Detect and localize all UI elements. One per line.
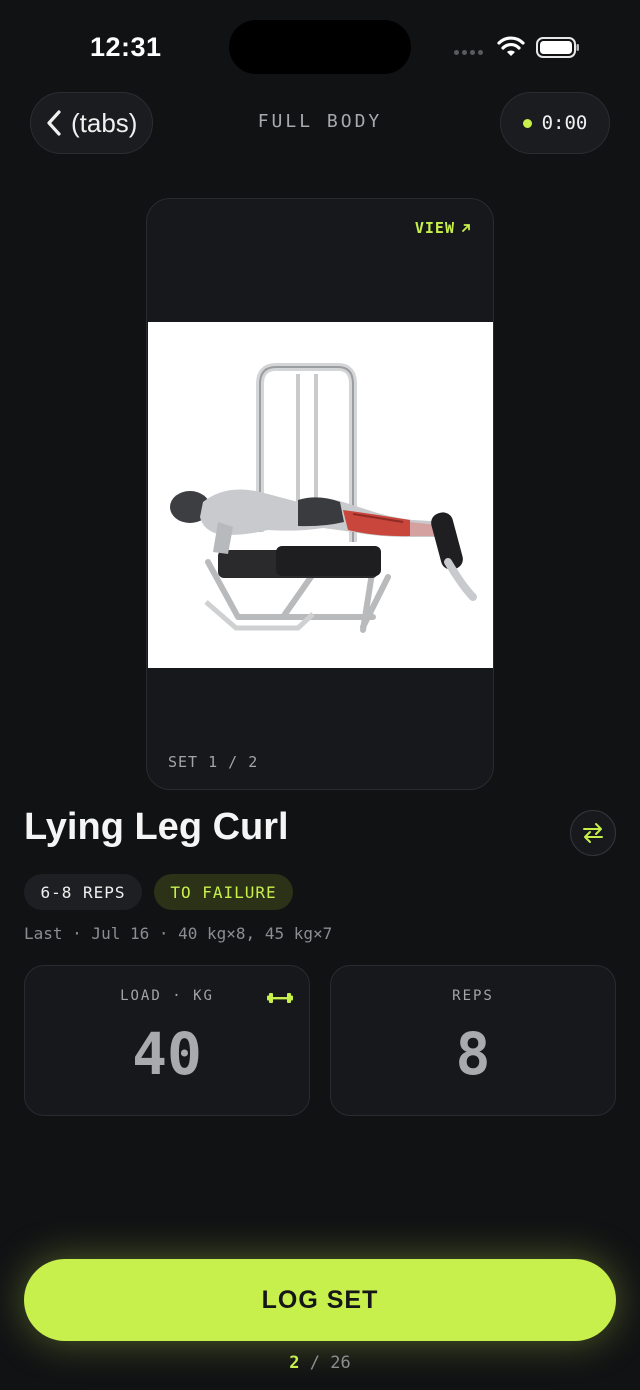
chevron-left-icon [47,110,61,136]
view-link-label: VIEW [414,219,455,237]
set-counter: SET 1 / 2 [168,753,259,771]
back-button-label: (tabs) [71,107,138,138]
signal-dots-icon [454,50,483,55]
exercise-illustration[interactable] [148,322,494,668]
reps-value[interactable]: 8 [331,1020,615,1088]
intensity-tag: TO FAILURE [154,874,293,910]
battery-icon [536,37,579,58]
arrow-up-right-icon [462,224,470,232]
dumbbell-icon[interactable] [267,990,293,1006]
reps-input-card[interactable]: REPS 8 [330,965,616,1116]
load-input-card[interactable]: LOAD · KG 40 [24,965,310,1116]
log-set-button[interactable]: LOG SET [24,1259,616,1341]
rep-range-tag: 6-8 REPS [24,874,142,910]
timer-button[interactable]: 0:00 [500,92,610,154]
workout-progress: 2 / 26 [289,1353,351,1373]
wifi-icon [497,36,525,56]
exercise-card: VIEW SET 1 / 2 [146,198,494,790]
back-button[interactable]: (tabs) [30,92,153,154]
workout-title: FULL BODY [257,111,383,132]
timer-text: 0:00 [541,112,588,134]
dynamic-island [229,20,411,74]
view-link[interactable]: VIEW [415,219,471,237]
progress-current: 2 [289,1353,300,1373]
reps-label: REPS [452,988,494,1004]
last-performance: Last · Jul 16 · 40 kg×8, 45 kg×7 [24,924,333,943]
swap-exercise-button[interactable] [570,810,616,856]
load-value[interactable]: 40 [25,1020,309,1088]
swap-arrows-icon [583,823,603,843]
progress-total: 26 [330,1353,351,1373]
status-time: 12:31 [90,32,162,62]
timer-status-dot [522,118,532,128]
exercise-name: Lying Leg Curl [24,806,289,848]
